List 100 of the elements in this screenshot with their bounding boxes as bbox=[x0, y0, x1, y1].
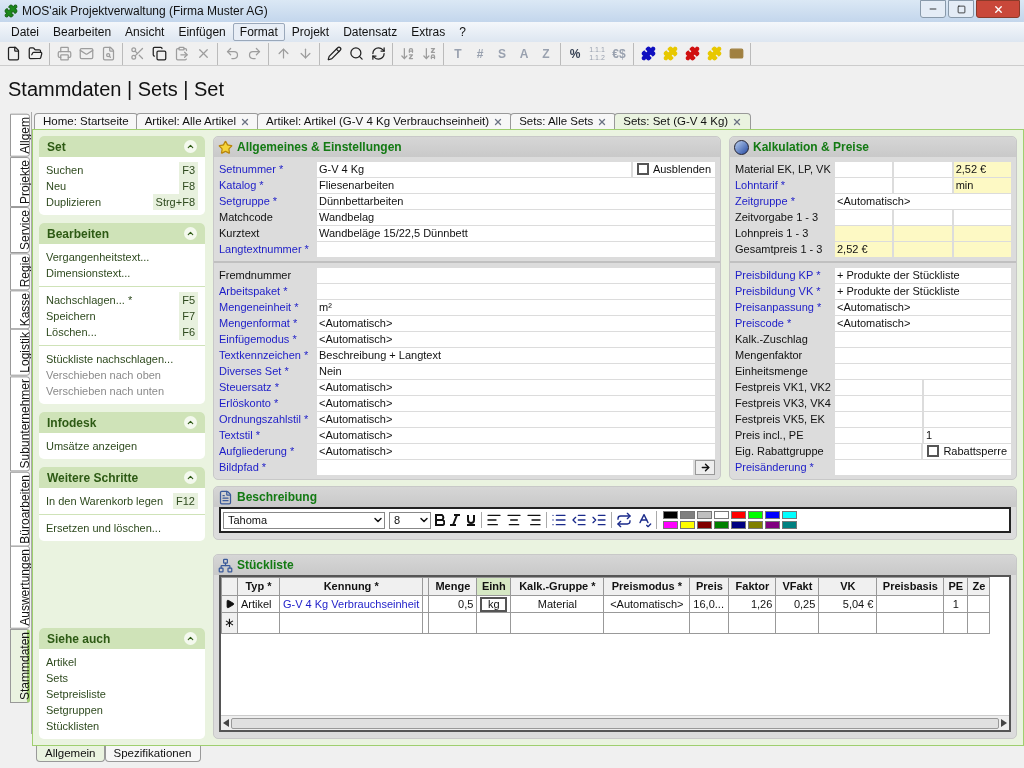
input-field[interactable]: Nein bbox=[317, 363, 715, 379]
input-field[interactable] bbox=[835, 347, 1011, 363]
side-tab[interactable]: Büroarbeiten bbox=[10, 471, 30, 547]
side-tab[interactable]: Service bbox=[10, 206, 30, 253]
input-field[interactable]: <Automatisch> bbox=[317, 315, 715, 331]
collapse-button[interactable] bbox=[184, 632, 197, 645]
field-link[interactable]: Mengeneinheit * bbox=[219, 298, 315, 316]
column-header[interactable]: Typ * bbox=[237, 577, 280, 595]
task-link[interactable]: Speichern bbox=[46, 307, 96, 325]
task-link[interactable]: In den Warenkorb legen bbox=[46, 492, 163, 510]
field-link[interactable]: Textkennzeichen * bbox=[219, 346, 315, 364]
align-center-icon[interactable] bbox=[506, 512, 522, 528]
color-swatch[interactable] bbox=[697, 511, 712, 519]
menu-item[interactable]: Ansicht bbox=[118, 23, 172, 41]
column-header[interactable]: Preisbasis bbox=[876, 577, 944, 595]
color-swatch[interactable] bbox=[680, 521, 695, 529]
field-link[interactable]: Steuersatz * bbox=[219, 378, 315, 396]
input-field[interactable] bbox=[835, 411, 922, 427]
size-dropdown[interactable]: 8 bbox=[389, 511, 431, 529]
menu-item[interactable]: Datei bbox=[4, 23, 46, 41]
indent-icon[interactable] bbox=[591, 512, 607, 528]
checkbox[interactable] bbox=[927, 445, 940, 457]
minimize-button[interactable] bbox=[920, 0, 946, 18]
column-header[interactable]: Preis bbox=[689, 577, 729, 595]
menu-item[interactable]: Einfügen bbox=[171, 23, 233, 41]
input-field[interactable] bbox=[317, 283, 715, 299]
column-header[interactable]: Kennung * bbox=[279, 577, 423, 595]
document-tab[interactable]: Home: Startseite bbox=[34, 113, 138, 129]
collapse-button[interactable] bbox=[184, 227, 197, 240]
field-link[interactable]: Erlöskonto * bbox=[219, 394, 315, 412]
input-field[interactable] bbox=[835, 443, 922, 459]
task-link[interactable]: Dimensionstext... bbox=[46, 264, 131, 282]
task-link[interactable]: Setpreisliste bbox=[46, 685, 106, 703]
document-tab[interactable]: Sets: Alle Sets bbox=[510, 113, 617, 129]
bottom-tab[interactable]: Spezifikationen bbox=[104, 746, 201, 762]
field-link[interactable]: Ordnungszahlstil * bbox=[219, 410, 315, 428]
task-link[interactable]: Nachschlagen... * bbox=[46, 291, 133, 309]
input-field[interactable] bbox=[835, 427, 922, 443]
field-link[interactable]: Mengenformat * bbox=[219, 314, 315, 332]
task-link[interactable]: Suchen bbox=[46, 161, 84, 179]
color-swatch[interactable] bbox=[731, 521, 746, 529]
color-swatch[interactable] bbox=[714, 511, 729, 519]
input-field[interactable] bbox=[835, 331, 1011, 347]
field-link[interactable]: Zeitgruppe * bbox=[735, 192, 833, 210]
field-link[interactable]: Einfügemodus * bbox=[219, 330, 315, 348]
input-field[interactable]: <Automatisch> bbox=[317, 411, 715, 427]
input-field[interactable] bbox=[835, 395, 922, 411]
field-link[interactable]: Lohntarif * bbox=[735, 176, 833, 194]
input-field[interactable]: min bbox=[953, 177, 1011, 193]
color-swatch[interactable] bbox=[748, 511, 763, 519]
color-swatch[interactable] bbox=[765, 511, 780, 519]
collapse-button[interactable] bbox=[184, 140, 197, 153]
field-link[interactable]: Textstil * bbox=[219, 426, 315, 444]
field-link[interactable]: Katalog * bbox=[219, 176, 315, 194]
scroll-right-icon[interactable] bbox=[1001, 719, 1007, 727]
close-icon[interactable] bbox=[597, 116, 608, 127]
input-field[interactable]: + Produkte der Stückliste bbox=[835, 283, 1011, 299]
field-link[interactable]: Preisänderung * bbox=[735, 458, 833, 476]
task-link[interactable]: Setgruppen bbox=[46, 701, 103, 719]
column-header[interactable]: Kalk.-Gruppe * bbox=[510, 577, 604, 595]
column-header[interactable]: Faktor bbox=[728, 577, 776, 595]
color-swatch[interactable] bbox=[782, 511, 797, 519]
task-link[interactable]: Duplizieren bbox=[46, 193, 102, 211]
field-link[interactable]: Diverses Set * bbox=[219, 362, 315, 380]
input-field[interactable] bbox=[835, 225, 893, 241]
scroll-left-icon[interactable] bbox=[223, 719, 229, 727]
menu-item[interactable]: Datensatz bbox=[336, 23, 405, 41]
close-icon[interactable] bbox=[240, 116, 251, 127]
color-swatch[interactable] bbox=[731, 511, 746, 519]
column-header[interactable]: Ze bbox=[967, 577, 990, 595]
field-link[interactable]: Preisbildung VK * bbox=[735, 282, 833, 300]
input-field[interactable] bbox=[835, 459, 1011, 475]
side-tab[interactable]: Kasse bbox=[10, 290, 30, 330]
align-right-icon[interactable] bbox=[526, 512, 542, 528]
checkbox[interactable] bbox=[636, 163, 649, 175]
task-link[interactable]: Neu bbox=[46, 177, 67, 195]
input-field[interactable]: Fliesenarbeiten bbox=[317, 177, 715, 193]
input-field[interactable]: Wandbeläge 15/22,5 Dünnbett bbox=[317, 225, 715, 241]
input-field[interactable]: Dünnbettarbeiten bbox=[317, 193, 715, 209]
input-field[interactable] bbox=[924, 379, 1011, 395]
column-header[interactable]: VFakt bbox=[775, 577, 819, 595]
close-icon[interactable] bbox=[493, 116, 504, 127]
column-header[interactable]: Einh bbox=[476, 577, 511, 595]
input-field[interactable]: <Automatisch> bbox=[317, 443, 715, 459]
input-field[interactable] bbox=[894, 209, 952, 225]
input-field[interactable]: <Automatisch> bbox=[835, 299, 1011, 315]
menu-item[interactable]: Extras bbox=[404, 23, 453, 41]
toolbar-button[interactable]: % bbox=[564, 42, 586, 65]
menu-item[interactable]: ? bbox=[452, 23, 473, 41]
side-tab[interactable]: Subunternehmer bbox=[10, 376, 30, 472]
close-icon[interactable] bbox=[732, 116, 743, 127]
input-field[interactable]: <Automatisch> bbox=[835, 315, 1011, 331]
input-field[interactable] bbox=[835, 379, 922, 395]
field-link[interactable]: Preisbildung KP * bbox=[735, 266, 833, 284]
browse-button[interactable] bbox=[695, 459, 715, 475]
field-link[interactable]: Preiscode * bbox=[735, 314, 833, 332]
collapse-button[interactable] bbox=[184, 471, 197, 484]
task-link[interactable]: Stückliste nachschlagen... bbox=[46, 350, 174, 368]
task-link[interactable]: Stücklisten bbox=[46, 717, 100, 735]
maximize-button[interactable] bbox=[948, 0, 974, 18]
